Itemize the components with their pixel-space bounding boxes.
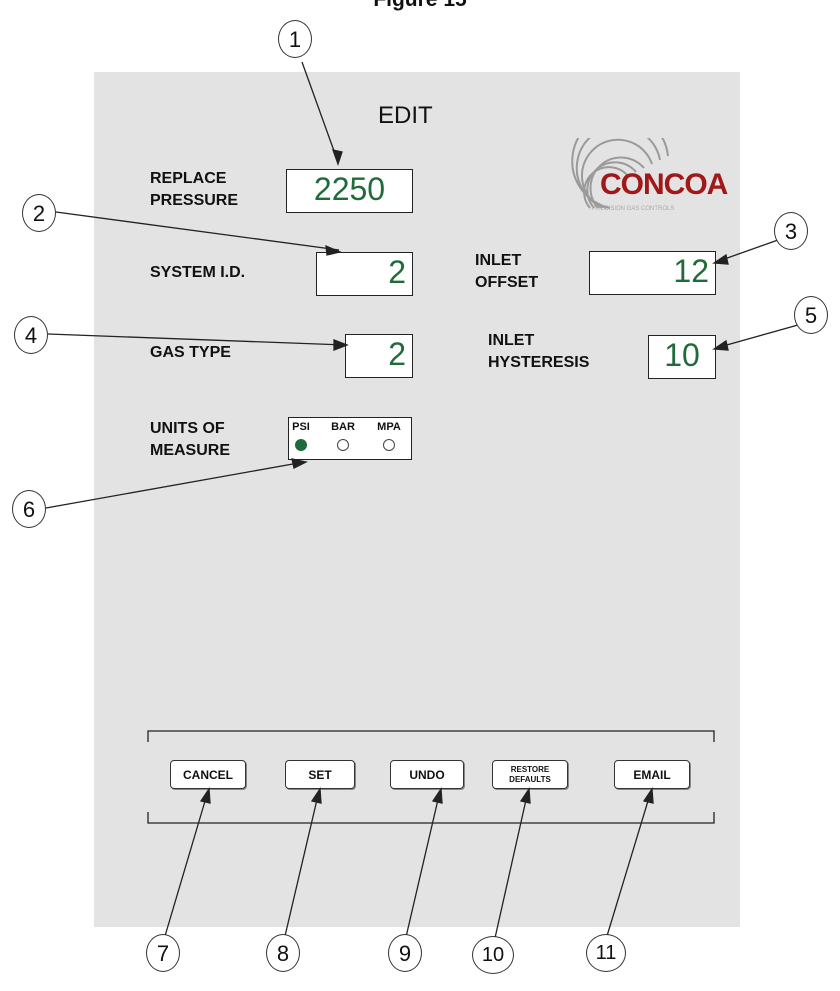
- callout-10: 10: [472, 936, 514, 974]
- callout-7: 7: [146, 934, 180, 972]
- callout-9: 9: [388, 934, 422, 972]
- callout-1: 1: [278, 20, 312, 58]
- callout-11: 11: [586, 934, 626, 972]
- callout-4: 4: [14, 316, 48, 354]
- callout-leader-lines: [45, 61, 799, 939]
- callout-3: 3: [774, 212, 808, 250]
- callout-2: 2: [22, 194, 56, 232]
- callout-6: 6: [12, 490, 46, 528]
- callout-8: 8: [266, 934, 300, 972]
- callout-5: 5: [794, 296, 828, 334]
